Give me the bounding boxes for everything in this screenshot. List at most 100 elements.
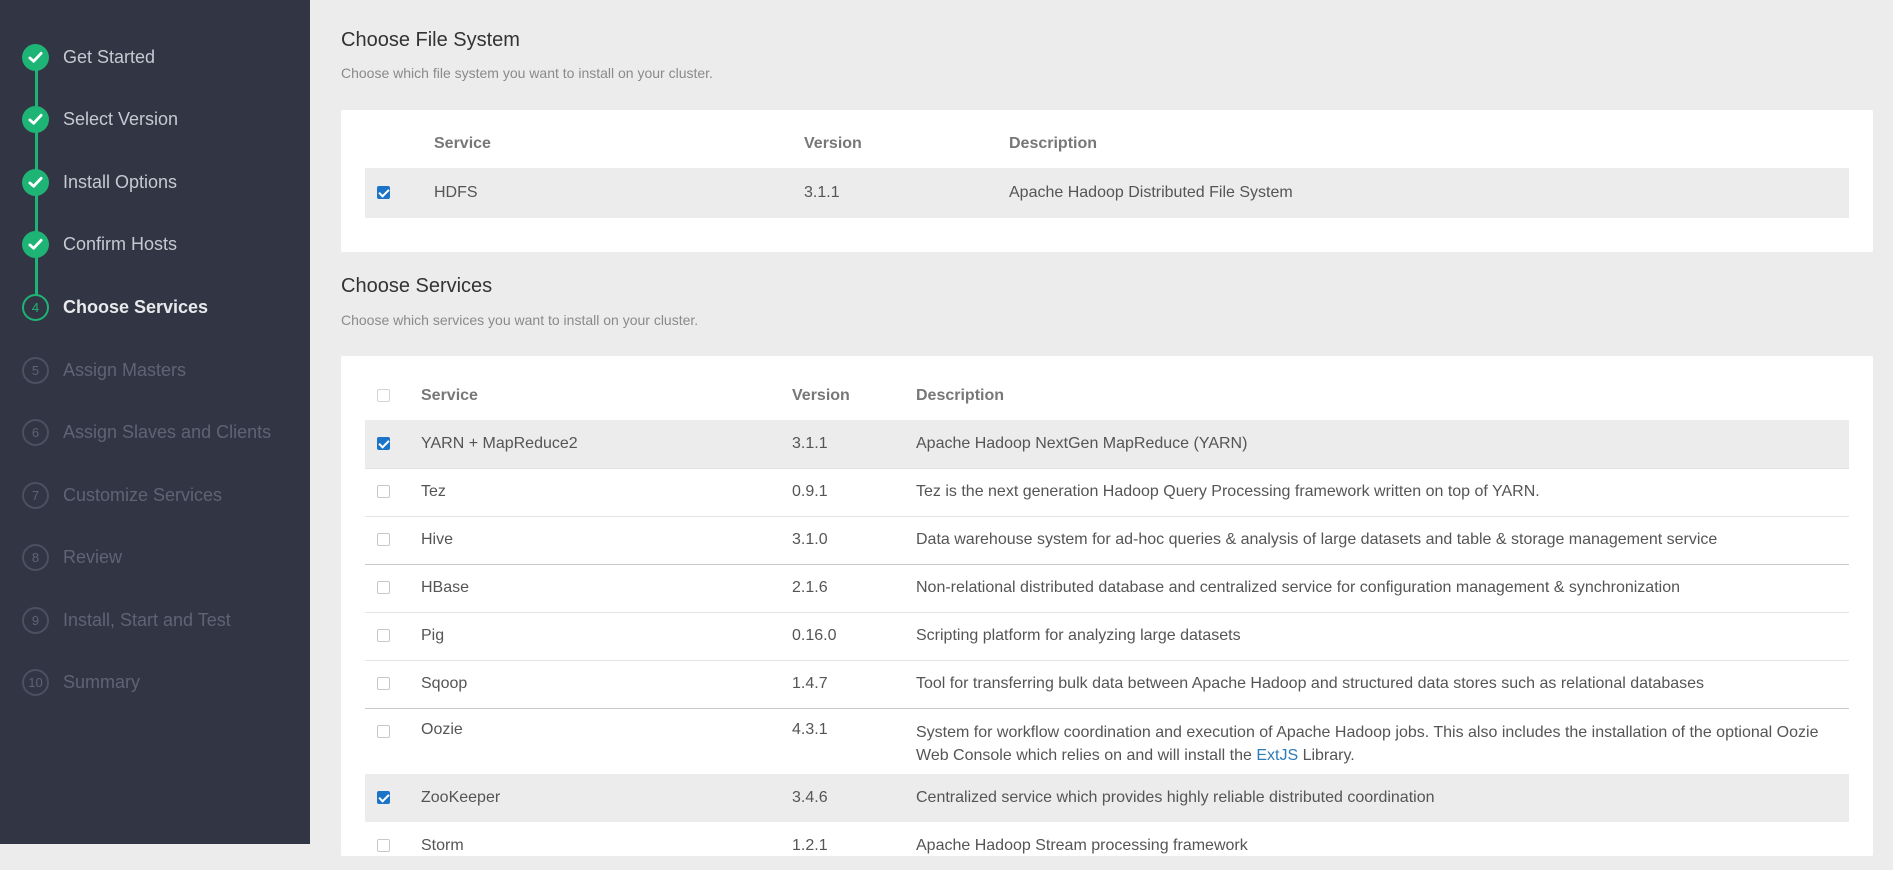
- file-system-table: Service Version Description HDFS 3.1.1 A…: [365, 120, 1849, 218]
- column-header-description: Description: [1009, 135, 1098, 152]
- step-label: Assign Masters: [63, 359, 187, 380]
- service-version: 0.16.0: [792, 611, 916, 660]
- table-row: HBase 2.1.6 Non-relational distributed d…: [365, 563, 1849, 612]
- table-row: ZooKeeper 3.4.6 Centralized service whic…: [365, 774, 1849, 822]
- service-version: 0.9.1: [792, 467, 916, 516]
- service-name: ZooKeeper: [421, 774, 792, 822]
- step-number: 8: [22, 543, 49, 571]
- service-name: Tez: [421, 467, 792, 516]
- yarn-checkbox[interactable]: [377, 437, 390, 451]
- service-description: Apache Hadoop NextGen MapReduce (YARN): [916, 420, 1849, 468]
- service-version: 3.4.6: [792, 774, 916, 822]
- column-header-description: Description: [916, 387, 1005, 404]
- step-choose-services: 4 Choose Services: [22, 292, 208, 322]
- checkbox-header: [365, 120, 434, 168]
- service-description: Centralized service which provides highl…: [916, 774, 1849, 822]
- step-review: 8 Review: [22, 542, 122, 572]
- sqoop-checkbox[interactable]: [377, 677, 390, 691]
- step-label: Review: [63, 546, 123, 567]
- step-label: Install, Start and Test: [63, 609, 231, 630]
- step-summary: 10 Summary: [22, 667, 140, 697]
- step-number: 5: [22, 356, 49, 384]
- table-header-row: Service Version Description: [365, 120, 1849, 168]
- table-row: Hive 3.1.0 Data warehouse system for ad-…: [365, 515, 1849, 564]
- hbase-checkbox[interactable]: [377, 581, 390, 595]
- service-description: Apache Hadoop Distributed File System: [1009, 168, 1849, 218]
- step-number: 6: [22, 418, 49, 446]
- check-icon: [22, 230, 49, 258]
- oozie-description-suffix: Library.: [1298, 746, 1355, 764]
- service-version: 3.1.1: [804, 168, 1009, 218]
- service-version: 1.4.7: [792, 659, 916, 708]
- service-description: Apache Hadoop Stream processing framewor…: [916, 837, 1248, 854]
- step-number: 7: [22, 481, 49, 509]
- table-row: YARN + MapReduce2 3.1.1 Apache Hadoop Ne…: [365, 420, 1849, 468]
- step-label: Install Options: [63, 171, 178, 192]
- service-description: Tez is the next generation Hadoop Query …: [916, 467, 1849, 516]
- oozie-checkbox[interactable]: [377, 724, 390, 738]
- step-label: Summary: [63, 671, 141, 692]
- wizard-sidebar: Get Started Select Version Install Optio…: [0, 0, 310, 844]
- service-description: Data warehouse system for ad-hoc queries…: [916, 515, 1849, 564]
- check-icon: [22, 168, 49, 196]
- select-all-checkbox[interactable]: [377, 389, 390, 403]
- service-version: 4.3.1: [792, 707, 916, 774]
- file-system-subtitle: Choose which file system you want to ins…: [341, 65, 713, 81]
- service-description: Scripting platform for analyzing large d…: [916, 611, 1849, 660]
- step-label: Choose Services: [63, 296, 209, 317]
- service-name: Storm: [421, 837, 464, 854]
- service-name: YARN + MapReduce2: [421, 420, 792, 468]
- column-header-service: Service: [434, 135, 491, 152]
- step-customize-services: 7 Customize Services: [22, 480, 222, 510]
- step-get-started[interactable]: Get Started: [22, 42, 155, 72]
- check-icon: [22, 105, 49, 133]
- file-system-panel: Service Version Description HDFS 3.1.1 A…: [341, 110, 1873, 252]
- table-row: Sqoop 1.4.7 Tool for transferring bulk d…: [365, 659, 1849, 708]
- service-name: Sqoop: [421, 659, 792, 708]
- step-install-start-and-test: 9 Install, Start and Test: [22, 605, 231, 635]
- step-label: Confirm Hosts: [63, 233, 178, 254]
- services-panel: Service Version Description YARN + MapRe…: [341, 356, 1873, 856]
- extjs-link[interactable]: ExtJS: [1256, 747, 1298, 764]
- service-name: Hive: [421, 515, 792, 564]
- column-header-version: Version: [792, 387, 850, 404]
- step-number: 4: [22, 293, 49, 321]
- step-assign-masters: 5 Assign Masters: [22, 355, 186, 385]
- table-header-row: Service Version Description: [365, 372, 1849, 420]
- service-description: Non-relational distributed database and …: [916, 563, 1849, 612]
- table-row: HDFS 3.1.1 Apache Hadoop Distributed Fil…: [365, 168, 1849, 218]
- services-subtitle: Choose which services you want to instal…: [341, 312, 699, 328]
- table-row: Tez 0.9.1 Tez is the next generation Had…: [365, 467, 1849, 516]
- services-table: Service Version Description YARN + MapRe…: [365, 372, 1849, 870]
- tez-checkbox[interactable]: [377, 485, 390, 499]
- file-system-title: Choose File System: [341, 29, 520, 51]
- hdfs-checkbox[interactable]: [377, 186, 390, 200]
- oozie-description-text: System for workflow coordination and exe…: [916, 723, 1819, 764]
- service-version: 3.1.1: [792, 420, 916, 468]
- service-name: Oozie: [421, 707, 792, 774]
- step-install-options[interactable]: Install Options: [22, 167, 177, 197]
- zookeeper-checkbox[interactable]: [377, 791, 390, 805]
- hive-checkbox[interactable]: [377, 533, 390, 547]
- step-number: 10: [22, 668, 49, 696]
- service-name: Pig: [421, 611, 792, 660]
- step-label: Assign Slaves and Clients: [63, 421, 272, 442]
- column-header-service: Service: [421, 387, 478, 404]
- service-version: 2.1.6: [792, 563, 916, 612]
- table-row: Pig 0.16.0 Scripting platform for analyz…: [365, 611, 1849, 660]
- step-confirm-hosts[interactable]: Confirm Hosts: [22, 229, 177, 259]
- service-name: HDFS: [434, 168, 804, 218]
- storm-checkbox[interactable]: [377, 839, 390, 853]
- table-row: Storm 1.2.1 Apache Hadoop Stream process…: [365, 822, 1849, 870]
- step-number: 9: [22, 606, 49, 634]
- step-select-version[interactable]: Select Version: [22, 104, 178, 134]
- service-description: Tool for transferring bulk data between …: [916, 659, 1849, 708]
- service-name: HBase: [421, 563, 792, 612]
- step-assign-slaves-and-clients: 6 Assign Slaves and Clients: [22, 417, 271, 447]
- services-title: Choose Services: [341, 275, 493, 297]
- step-label: Get Started: [63, 46, 156, 67]
- service-version: 3.1.0: [792, 515, 916, 564]
- column-header-version: Version: [804, 135, 862, 152]
- service-description: System for workflow coordination and exe…: [916, 707, 1849, 774]
- pig-checkbox[interactable]: [377, 629, 390, 643]
